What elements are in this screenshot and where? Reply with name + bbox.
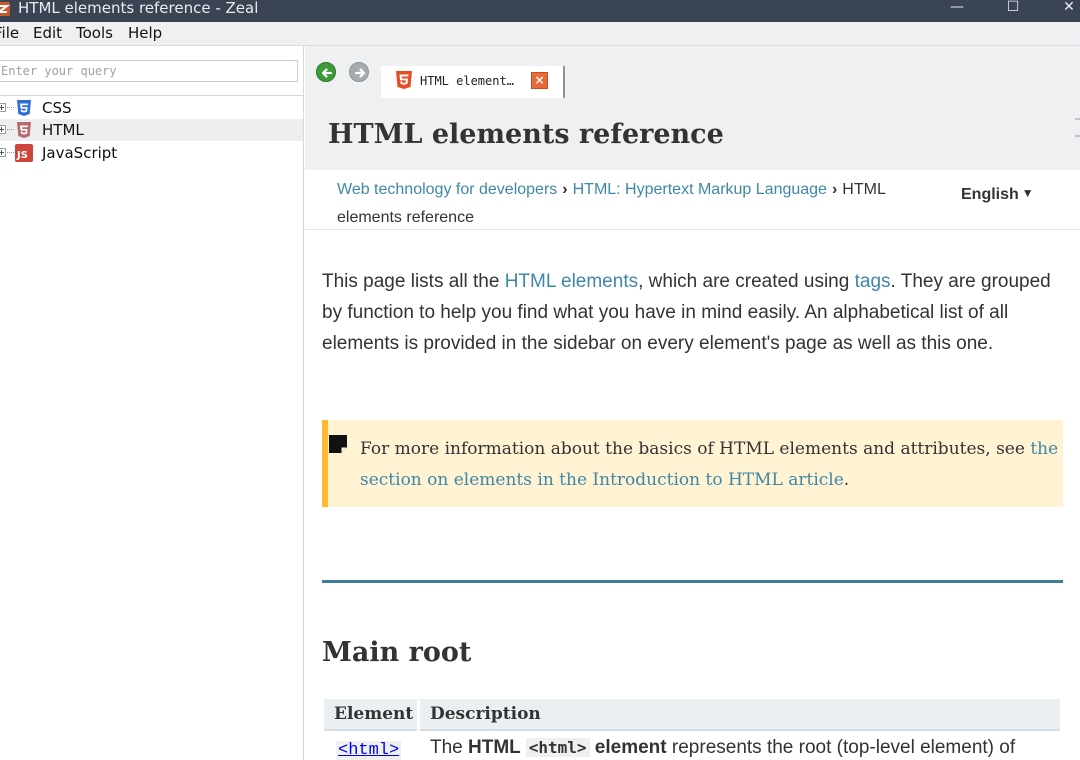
zeal-app-icon: [0, 2, 10, 16]
sidebar-item-html[interactable]: HTML: [0, 119, 303, 141]
sidebar-item-label: JavaScript: [42, 144, 118, 162]
maximize-button[interactable]: ☐: [990, 0, 1036, 22]
section-heading-main-root: Main root: [322, 637, 472, 668]
html5-icon: [396, 71, 412, 89]
page-title: HTML elements reference: [328, 119, 724, 150]
search-input[interactable]: [0, 60, 298, 82]
tree-divider: [0, 95, 303, 96]
language-selector[interactable]: English ▼: [961, 186, 1034, 204]
sidebar-item-label: CSS: [42, 99, 72, 117]
tab-html-elements[interactable]: HTML element… ×: [381, 66, 565, 98]
link-tags[interactable]: tags: [855, 271, 891, 292]
content-pane: HTML element… × HTML elements reference …: [305, 46, 1080, 760]
tree-line: [7, 107, 14, 108]
menu-edit[interactable]: Edit: [33, 25, 62, 42]
minimize-button[interactable]: —: [934, 0, 980, 22]
menu-bar: File Edit Tools Help: [0, 22, 1080, 46]
back-button[interactable]: [316, 62, 336, 82]
intro-paragraph: This page lists all the HTML elements, w…: [322, 266, 1057, 359]
desc-bold: HTML: [468, 737, 526, 758]
desc-text: The: [430, 737, 469, 758]
caret-down-icon: ▼: [1021, 186, 1034, 200]
tab-label: HTML element…: [420, 74, 514, 88]
note-end: .: [843, 470, 850, 490]
link-html-elements[interactable]: HTML elements: [505, 271, 638, 292]
forward-button[interactable]: [349, 62, 369, 82]
table-header-element: Element: [324, 699, 417, 731]
scrollbar-mark[interactable]: [1075, 135, 1080, 137]
table-cell-element: <html>: [324, 736, 417, 760]
table-header-description: Description: [420, 699, 1060, 731]
element-code: <html>: [336, 741, 402, 760]
html5-icon: [17, 122, 31, 138]
desc-text: represents the root (top-level element) …: [666, 737, 1016, 758]
intro-text: , which are created using: [638, 271, 855, 292]
link-html-element[interactable]: <html>: [336, 739, 402, 760]
sidebar-item-label: HTML: [42, 121, 84, 139]
note-body: For more information about the basics of…: [360, 439, 1031, 459]
note-icon: [329, 435, 347, 453]
menu-tools[interactable]: Tools: [76, 25, 113, 42]
breadcrumb-link-web-tech[interactable]: Web technology for developers: [337, 181, 557, 198]
css3-icon: [17, 100, 31, 116]
section-divider: [322, 580, 1063, 583]
desc-bold: element: [589, 737, 667, 758]
close-window-button[interactable]: ✕: [1046, 0, 1080, 22]
page-header: HTML elements reference: [305, 98, 1080, 170]
expand-icon[interactable]: [0, 103, 6, 112]
menu-file[interactable]: File: [0, 25, 19, 42]
forward-arrow-icon: [354, 68, 366, 78]
sidebar-item-css[interactable]: CSS: [0, 97, 303, 119]
close-tab-icon[interactable]: ×: [531, 72, 548, 89]
svg-text:JS: JS: [16, 150, 28, 161]
note-text: For more information about the basics of…: [360, 434, 1060, 496]
expand-icon[interactable]: [0, 148, 6, 157]
expand-icon[interactable]: [0, 125, 6, 134]
browser-toolbar: HTML element… ×: [305, 46, 1080, 98]
javascript-icon: JS: [15, 144, 33, 162]
intro-text: This page lists all the: [322, 271, 505, 292]
menu-help[interactable]: Help: [128, 25, 162, 42]
table-cell-description: The HTML <html> element represents the r…: [430, 734, 1070, 760]
web-content[interactable]: HTML elements reference Web technology f…: [305, 98, 1080, 760]
language-label: English: [961, 186, 1019, 203]
window-titlebar: HTML elements reference - Zeal — ☐ ✕: [0, 0, 1080, 22]
breadcrumb-link-html[interactable]: HTML: Hypertext Markup Language: [573, 181, 827, 198]
scrollbar-mark[interactable]: [1075, 118, 1080, 120]
docset-sidebar: CSS HTML JS JavaScript: [0, 46, 304, 760]
breadcrumb-separator: ›: [831, 181, 838, 198]
tree-line: [7, 129, 14, 130]
window-title: HTML elements reference - Zeal: [18, 0, 259, 17]
tree-line: [7, 152, 14, 153]
back-arrow-icon: [321, 68, 333, 78]
desc-code: <html>: [525, 738, 590, 757]
breadcrumb: Web technology for developers › HTML: Hype…: [305, 170, 1080, 230]
note-callout: For more information about the basics of…: [322, 420, 1063, 507]
sidebar-item-javascript[interactable]: JS JavaScript: [0, 142, 303, 164]
breadcrumb-separator: ›: [562, 181, 568, 198]
